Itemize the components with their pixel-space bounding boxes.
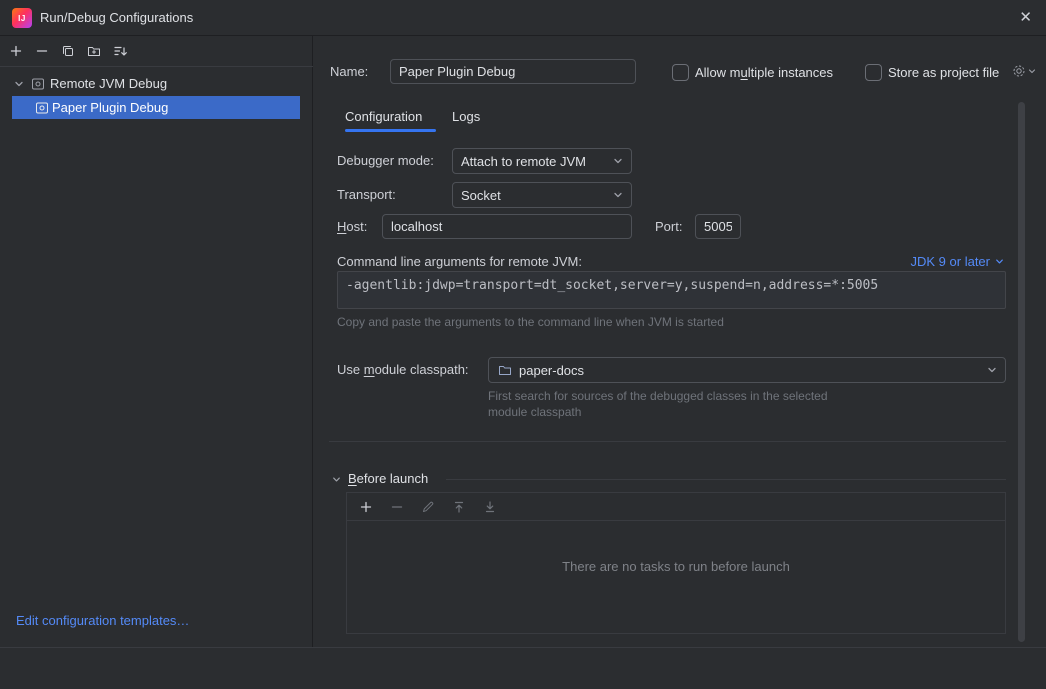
chevron-down-icon (993, 255, 1006, 268)
close-icon[interactable]: ✕ (1019, 0, 1032, 36)
remove-configuration-button[interactable] (31, 41, 52, 62)
chevron-down-icon (611, 188, 625, 202)
port-label: Port: (655, 214, 682, 239)
move-down-icon (482, 499, 498, 515)
module-classpath-hint-line2: module classpath (488, 405, 581, 419)
command-line-hint: Copy and paste the arguments to the comm… (337, 315, 724, 329)
copy-icon (60, 43, 76, 59)
move-up-icon (451, 499, 467, 515)
new-folder-button[interactable] (83, 41, 104, 62)
plus-icon (358, 499, 374, 515)
before-launch-header[interactable]: Before launch (330, 469, 428, 489)
sort-configurations-button[interactable] (109, 41, 130, 62)
name-input[interactable] (390, 59, 636, 84)
transport-label: Transport: (337, 182, 396, 207)
section-separator (329, 441, 1006, 442)
plus-icon (8, 43, 24, 59)
host-label: Host: (337, 214, 367, 239)
tree-group-label: Remote JVM Debug (50, 76, 167, 91)
jvm-arguments-textarea[interactable]: -agentlib:jdwp=transport=dt_socket,serve… (337, 271, 1006, 309)
host-input[interactable] (382, 214, 632, 239)
intellij-logo-icon: IJ (12, 8, 32, 28)
store-as-project-file-checkbox[interactable] (865, 64, 882, 81)
debugger-mode-value: Attach to remote JVM (461, 154, 605, 169)
port-input[interactable] (695, 214, 741, 239)
chevron-down-icon[interactable] (12, 77, 26, 91)
transport-value: Socket (461, 188, 605, 203)
name-label: Name: (330, 59, 368, 84)
dialog-title: Run/Debug Configurations (40, 0, 193, 36)
allow-multiple-instances-label: Allow multiple instances (695, 64, 833, 82)
edit-configuration-templates-link[interactable]: Edit configuration templates… (16, 613, 189, 628)
add-configuration-button[interactable] (5, 41, 26, 62)
remove-task-button[interactable] (386, 496, 407, 517)
sidebar-toolbar (0, 36, 313, 67)
active-tab-indicator (345, 129, 436, 132)
before-launch-task-list: There are no tasks to run before launch (346, 492, 1006, 634)
move-task-up-button[interactable] (448, 496, 469, 517)
configurations-sidebar: Remote JVM Debug Paper Plugin Debug Edit… (0, 36, 313, 647)
remote-jvm-debug-icon (34, 100, 50, 116)
debugger-mode-select[interactable]: Attach to remote JVM (452, 148, 632, 174)
module-icon (497, 362, 513, 378)
store-as-project-settings-button[interactable] (1011, 63, 1036, 79)
tree-item-paper-plugin-debug[interactable]: Paper Plugin Debug (12, 96, 300, 119)
module-classpath-value: paper-docs (519, 363, 979, 378)
chevron-down-icon (985, 363, 999, 377)
run-debug-configurations-dialog: IJ Run/Debug Configurations ✕ R (0, 0, 1046, 689)
title-bar: IJ Run/Debug Configurations ✕ (0, 0, 1046, 36)
store-as-project-file-label: Store as project file (888, 64, 999, 82)
module-classpath-select[interactable]: paper-docs (488, 357, 1006, 383)
tree-item-label: Paper Plugin Debug (52, 100, 168, 115)
before-launch-separator (446, 479, 1006, 480)
module-classpath-hint-line1: First search for sources of the debugged… (488, 389, 828, 403)
add-task-button[interactable] (355, 496, 376, 517)
sort-icon (112, 43, 128, 59)
minus-icon (389, 499, 405, 515)
before-launch-label: Before launch (348, 469, 428, 489)
chevron-down-icon (611, 154, 625, 168)
minus-icon (34, 43, 50, 59)
remote-jvm-debug-icon (30, 76, 46, 92)
gear-icon (1011, 63, 1027, 79)
chevron-down-icon (1028, 67, 1036, 75)
use-module-classpath-label: Use module classpath: (337, 357, 469, 382)
new-folder-icon (86, 43, 102, 59)
allow-multiple-instances-checkbox[interactable] (672, 64, 689, 81)
tab-configuration[interactable]: Configuration (345, 103, 422, 130)
tab-logs[interactable]: Logs (452, 103, 480, 130)
vertical-scrollbar[interactable] (1018, 102, 1025, 642)
dialog-footer: ? OK Cancel Apply (0, 647, 1046, 689)
before-launch-toolbar (347, 493, 1005, 521)
tree-group-remote-jvm-debug[interactable]: Remote JVM Debug (0, 72, 313, 95)
before-launch-empty-text: There are no tasks to run before launch (347, 559, 1005, 574)
chevron-down-icon[interactable] (330, 473, 343, 486)
debugger-mode-label: Debugger mode: (337, 148, 434, 173)
move-task-down-button[interactable] (479, 496, 500, 517)
copy-configuration-button[interactable] (57, 41, 78, 62)
pencil-icon (420, 499, 436, 515)
transport-select[interactable]: Socket (452, 182, 632, 208)
edit-task-button[interactable] (417, 496, 438, 517)
